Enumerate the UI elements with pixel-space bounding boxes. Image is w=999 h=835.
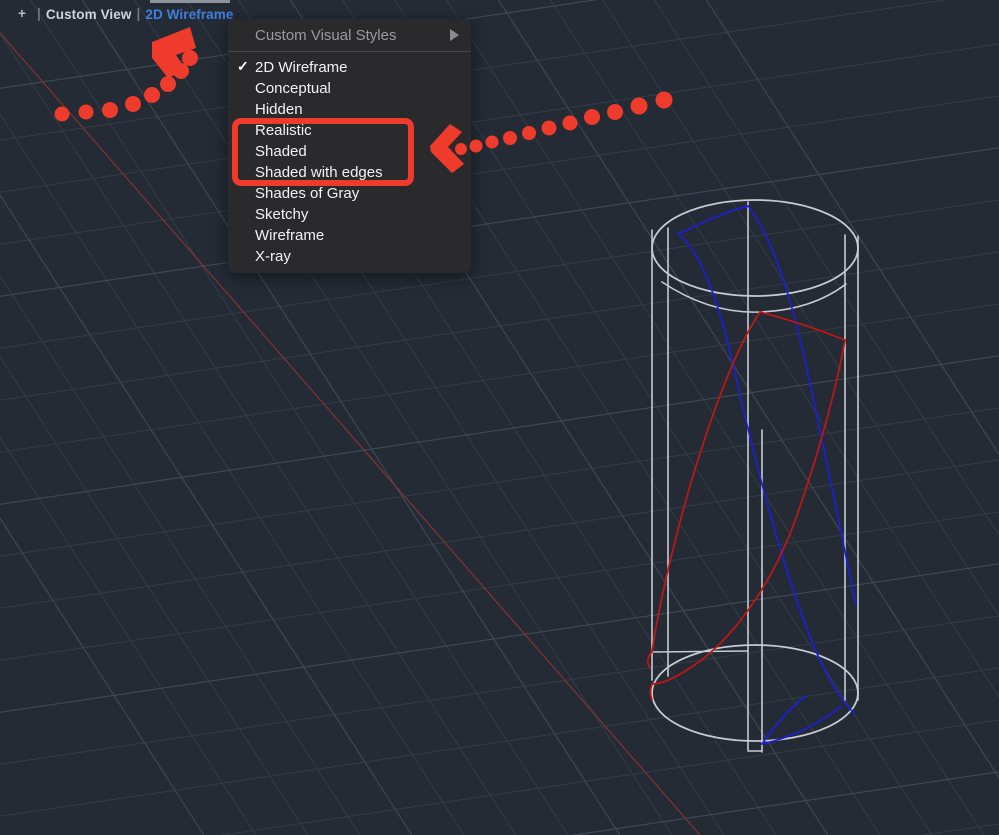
cylinder-drawing: [646, 199, 859, 753]
helix-curve-red: [646, 311, 846, 701]
menu-item-label: Conceptual: [255, 80, 331, 97]
menu-header-custom-visual-styles[interactable]: Custom Visual Styles: [228, 19, 471, 52]
menu-item-hidden[interactable]: Hidden: [228, 99, 471, 120]
window-top-strip: [150, 0, 230, 3]
menu-header-label: Custom Visual Styles: [255, 26, 397, 44]
highlight-box-annotation: [232, 118, 414, 186]
viewport-control-bar: + | Custom View | 2D Wireframe: [0, 0, 234, 28]
menu-item-x-ray[interactable]: X-ray: [228, 246, 471, 267]
autocad-viewport-screen: + | Custom View | 2D Wireframe Custom Vi…: [0, 0, 999, 835]
cylinder-bottom-ellipse: [651, 644, 859, 742]
menu-item-label: Shades of Gray: [255, 185, 360, 202]
menu-item-label: Hidden: [255, 101, 303, 118]
menu-item-sketchy[interactable]: Sketchy: [228, 204, 471, 225]
menu-item-label: Sketchy: [255, 206, 309, 223]
menu-item-label: X-ray: [255, 248, 291, 265]
viewport-bar-separator-2: |: [136, 6, 141, 22]
menu-item-conceptual[interactable]: Conceptual: [228, 78, 471, 99]
viewport-controls-button[interactable]: +: [12, 7, 32, 21]
checkmark-icon: ✓: [237, 58, 249, 74]
menu-item-label: Wireframe: [255, 227, 325, 244]
menu-item-label: 2D Wireframe: [255, 59, 348, 76]
helix-curve-blue: [677, 205, 857, 745]
menu-item-shades-of-gray[interactable]: Shades of Gray: [228, 183, 471, 204]
viewport-bar-separator-1: |: [36, 6, 41, 22]
visual-style-controls-button[interactable]: 2D Wireframe: [145, 7, 233, 22]
menu-item-wireframe[interactable]: Wireframe: [228, 225, 471, 246]
triangle-right-icon: [450, 29, 459, 41]
menu-item-2d-wireframe[interactable]: ✓ 2D Wireframe: [228, 57, 471, 78]
view-controls-button[interactable]: Custom View: [46, 7, 132, 22]
